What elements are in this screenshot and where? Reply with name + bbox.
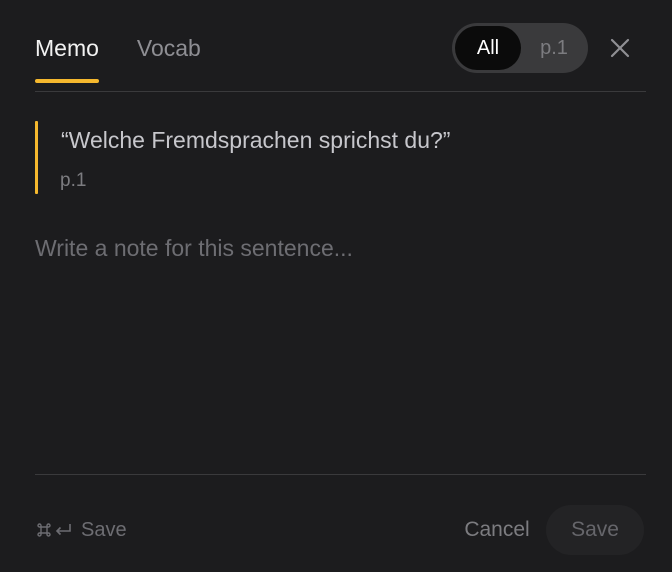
scope-option-all[interactable]: All xyxy=(455,26,521,70)
scope-option-page[interactable]: p.1 xyxy=(524,26,584,70)
quoted-sentence: “Welche Fremdsprachen sprichst du?” p.1 xyxy=(35,121,635,194)
tab-vocab[interactable]: Vocab xyxy=(137,0,201,92)
cancel-button[interactable]: Cancel xyxy=(452,510,542,550)
command-icon xyxy=(37,523,51,537)
return-icon xyxy=(55,524,71,536)
close-button[interactable] xyxy=(604,32,636,64)
header-divider xyxy=(35,91,646,92)
quote-text: “Welche Fremdsprachen sprichst du?” xyxy=(61,127,451,153)
scope-toggle: All p.1 xyxy=(452,23,588,73)
memo-panel: Memo Vocab All p.1 “Welche Fremdsprachen… xyxy=(0,0,672,572)
close-icon xyxy=(610,38,630,58)
tab-bar: Memo Vocab xyxy=(35,0,239,92)
save-shortcut-hint: Save xyxy=(35,515,127,545)
shortcut-label: Save xyxy=(81,518,127,541)
shortcut-keys xyxy=(35,521,73,539)
tab-memo[interactable]: Memo xyxy=(35,0,99,92)
quote-page-label: p.1 xyxy=(60,170,87,191)
quote-accent-bar xyxy=(35,121,38,194)
footer-divider xyxy=(35,474,646,475)
save-button[interactable]: Save xyxy=(546,505,644,555)
note-input[interactable] xyxy=(35,230,635,460)
